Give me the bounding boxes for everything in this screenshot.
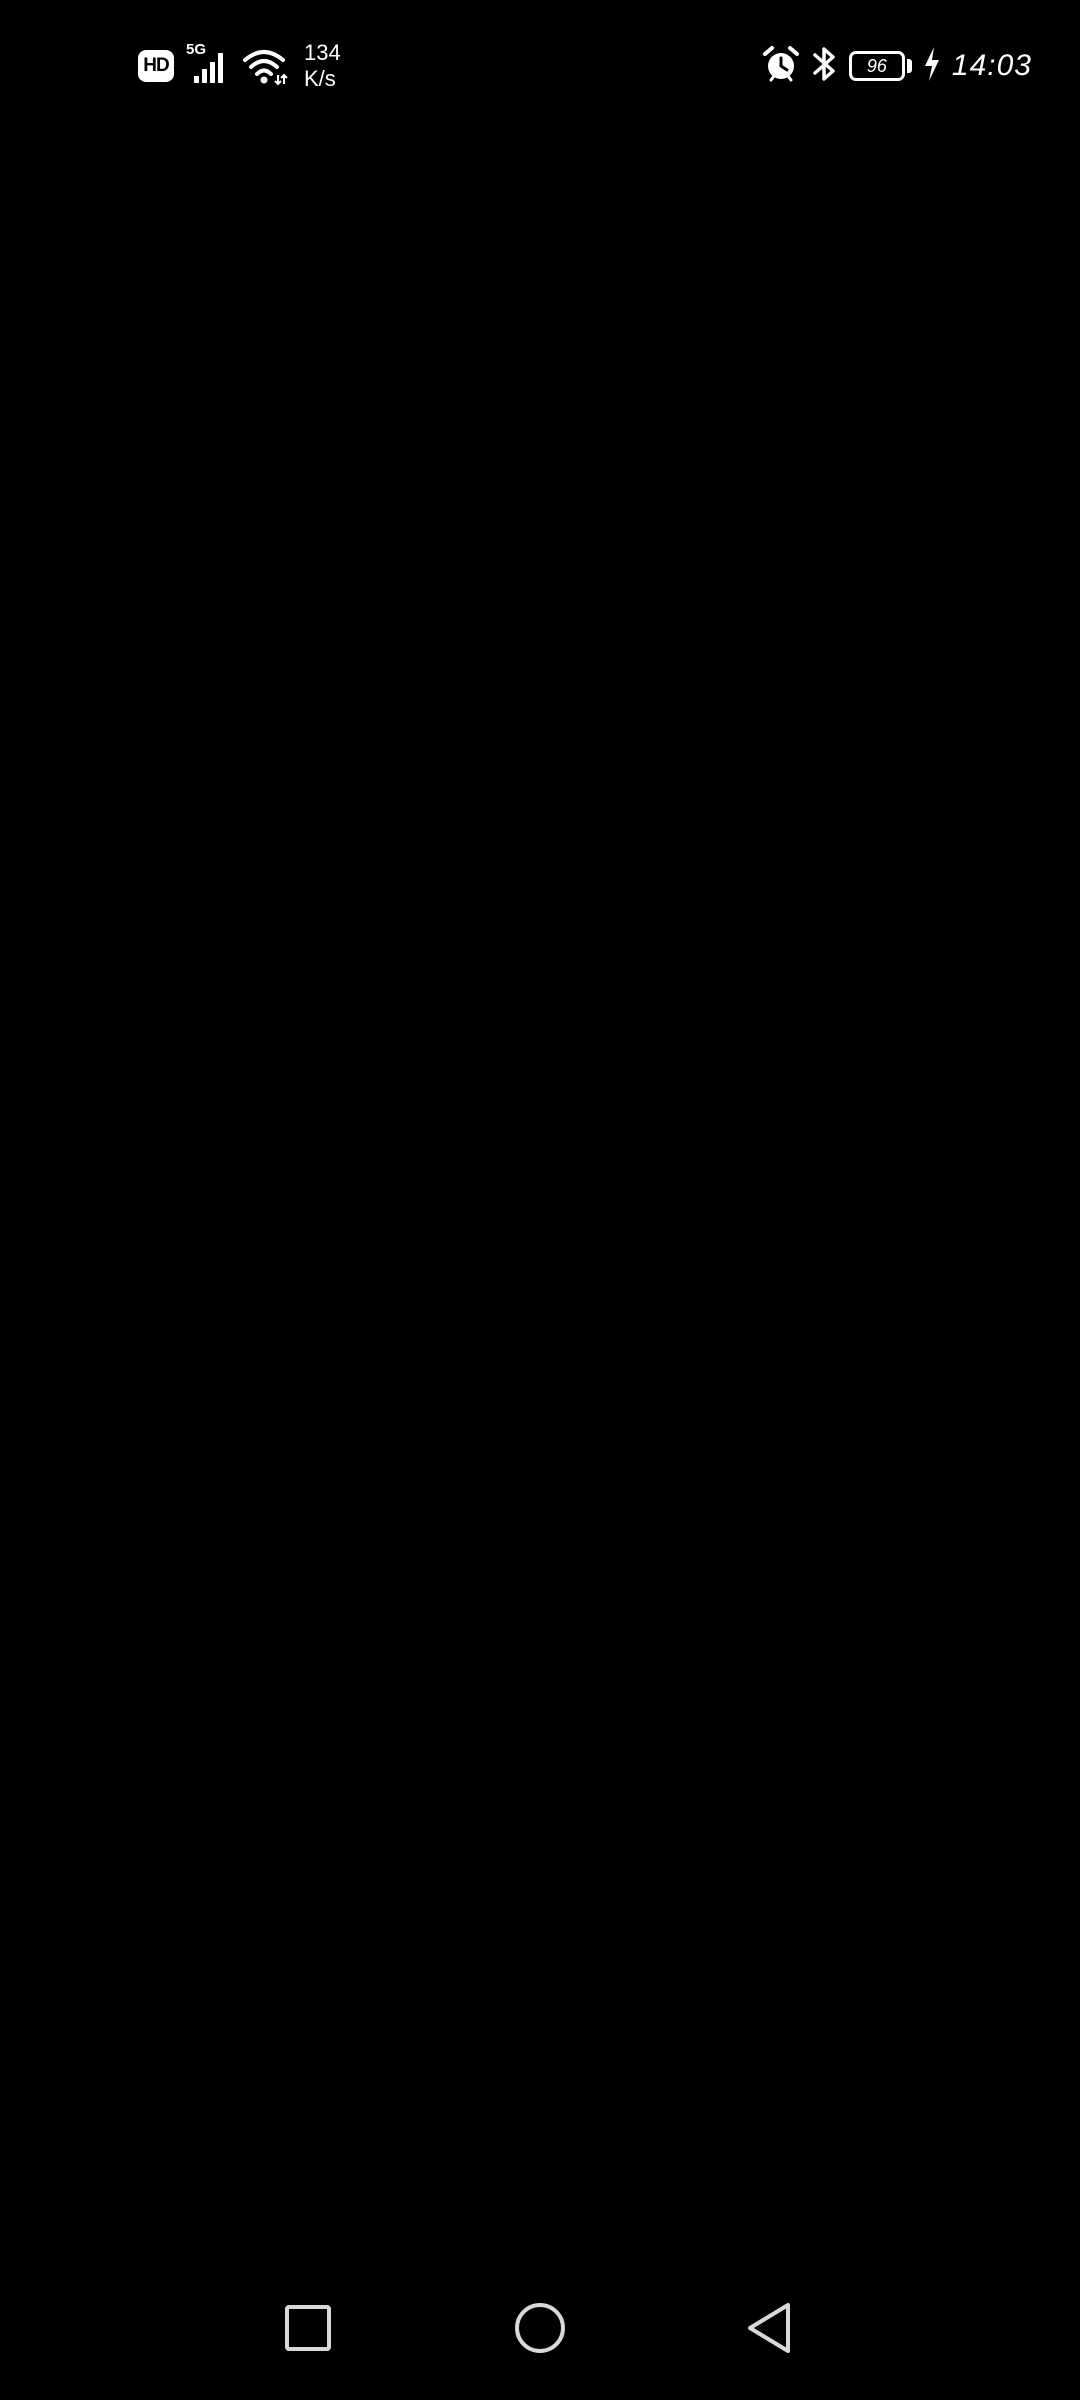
back-triangle-icon	[748, 2303, 790, 2353]
circle-icon	[515, 2303, 565, 2353]
battery-tip	[906, 59, 912, 73]
cellular-signal-icon: 5G	[186, 42, 230, 88]
battery-icon: 96	[848, 51, 912, 81]
status-bar: HD 5G 134 K/s 96 14:03	[0, 0, 1080, 130]
home-button[interactable]	[510, 2298, 570, 2358]
bluetooth-icon	[811, 44, 839, 89]
recents-button[interactable]	[278, 2298, 338, 2358]
alarm-icon	[761, 44, 801, 89]
status-bar-left: HD 5G 134 K/s	[138, 36, 341, 96]
network-speed-unit: K/s	[304, 66, 336, 91]
wifi-icon	[242, 44, 288, 88]
screen: HD 5G 134 K/s 96 14:03	[0, 0, 1080, 2400]
network-speed: 134 K/s	[304, 40, 341, 92]
signal-bars-icon	[194, 53, 223, 83]
hd-icon: HD	[138, 50, 174, 82]
clock: 14:03	[951, 49, 1032, 82]
navigation-bar	[0, 2270, 1080, 2400]
back-button[interactable]	[740, 2298, 800, 2358]
network-speed-value: 134	[304, 40, 341, 65]
square-icon	[285, 2305, 331, 2351]
battery-body: 96	[848, 51, 905, 81]
battery-level: 96	[866, 56, 887, 76]
status-bar-right: 96 14:03	[761, 44, 1032, 88]
charging-icon	[922, 45, 942, 88]
